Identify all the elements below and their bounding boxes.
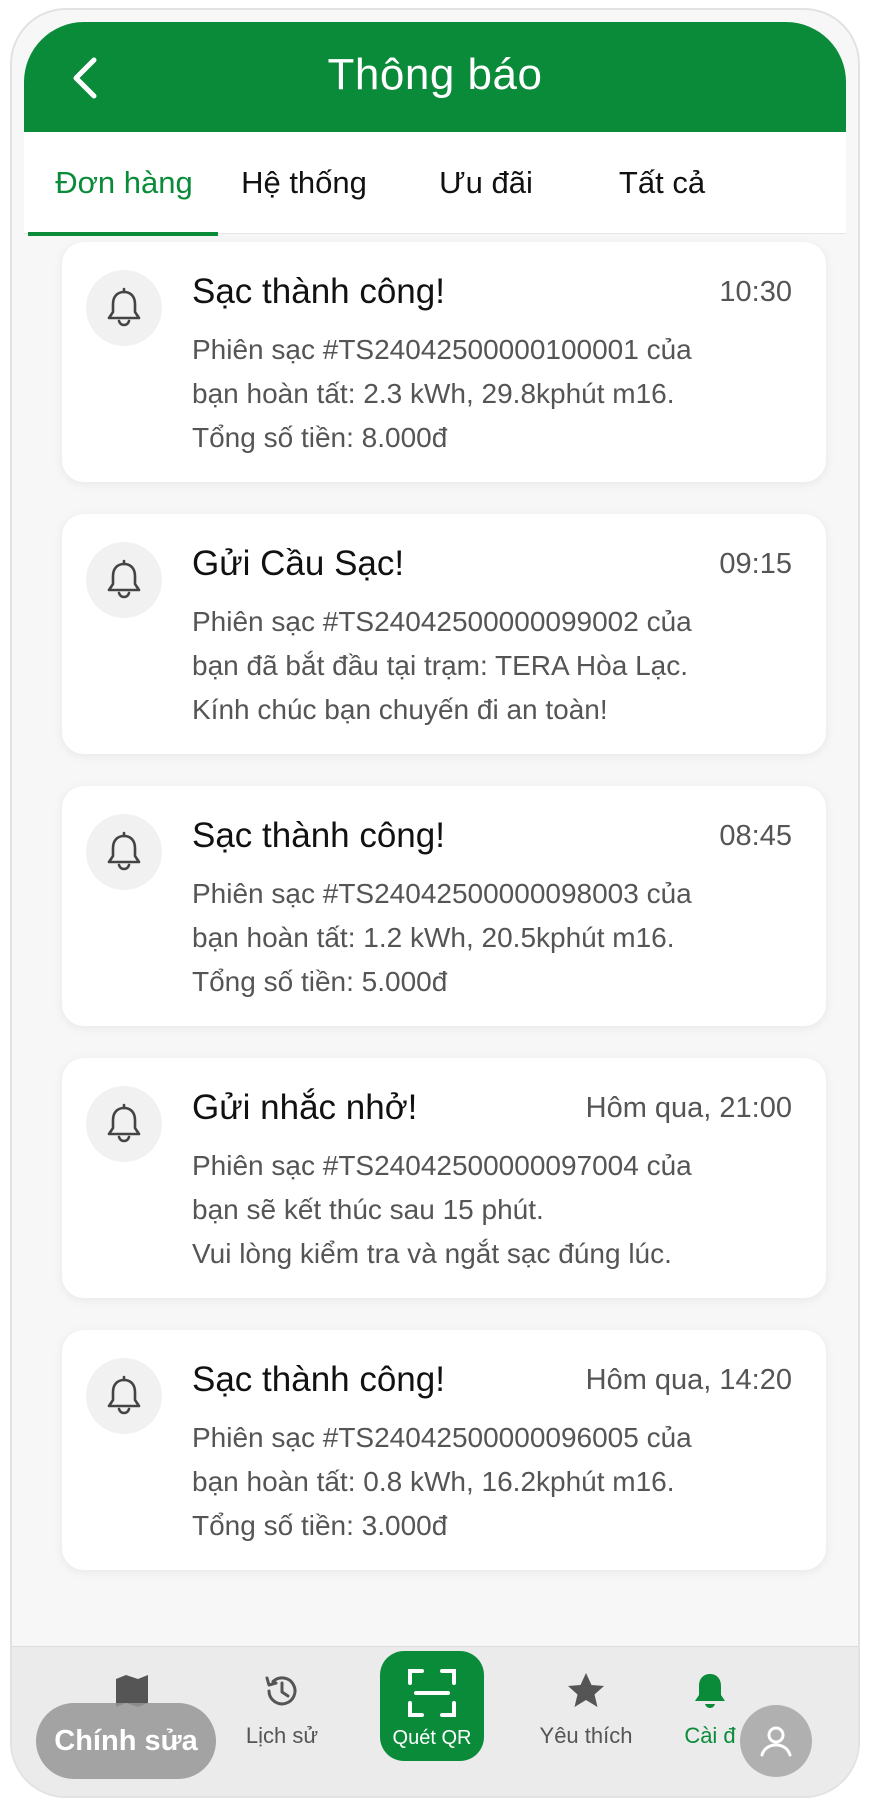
- notification-title: Gửi Cầu Sạc!: [192, 544, 405, 583]
- phone-frame: Thông báo Đơn hàng Hệ thống Ưu đãi Tất c…: [10, 8, 860, 1798]
- tab-label: Đơn hàng: [55, 165, 193, 200]
- scan-qr-button[interactable]: Quét QR: [380, 1651, 484, 1761]
- history-icon: [265, 1676, 297, 1706]
- bell-icon: [86, 1086, 162, 1162]
- bell-icon: [86, 1358, 162, 1434]
- notification-time: 09:15: [719, 548, 792, 580]
- page-title: Thông báo: [327, 50, 543, 99]
- tab-all[interactable]: Tất cả: [562, 132, 762, 234]
- tab-bar: Đơn hàng Hệ thống Ưu đãi Tất cả: [24, 132, 846, 236]
- nav-history[interactable]: Lịch sử: [212, 1669, 352, 1769]
- tab-label: Ưu đãi: [439, 165, 533, 200]
- notification-body: Phiên sạc #TS24042500000100001 của bạn h…: [192, 334, 692, 453]
- tab-offers[interactable]: Ưu đãi: [386, 132, 586, 234]
- notification-body: Phiên sạc #TS24042500000098003 của bạn h…: [192, 878, 692, 997]
- tab-orders[interactable]: Đơn hàng: [24, 132, 224, 236]
- notification-card[interactable]: Sạc thành công! 10:30 Phiên sạc #TS24042…: [62, 242, 826, 482]
- notification-time: 10:30: [719, 276, 792, 308]
- edit-button[interactable]: Chính sửa: [36, 1703, 216, 1779]
- qr-scan-icon: [408, 1669, 456, 1717]
- notification-title: Sạc thành công!: [192, 272, 445, 311]
- header-bar: Thông báo: [24, 22, 846, 132]
- tab-system[interactable]: Hệ thống: [204, 132, 404, 234]
- notification-body: Phiên sạc #TS24042500000096005 của bạn h…: [192, 1422, 692, 1541]
- notification-title: Sạc thành công!: [192, 1360, 445, 1399]
- bell-icon: [695, 1674, 725, 1708]
- nav-label: Lịch sử: [245, 1723, 319, 1748]
- nav-favorites[interactable]: Yêu thích: [516, 1669, 656, 1769]
- notification-card[interactable]: Gửi nhắc nhở! Hôm qua, 21:00 Phiên sạc #…: [62, 1058, 826, 1298]
- notification-body: Phiên sạc #TS24042500000099002 của bạn đ…: [192, 606, 692, 725]
- star-icon: [568, 1673, 604, 1707]
- bottom-navigation: Lịch sử Quét QR Yêu thích Cài đ Chính sử…: [12, 1646, 858, 1796]
- notification-card[interactable]: Sạc thành công! Hôm qua, 14:20 Phiên sạc…: [62, 1330, 826, 1570]
- notification-time: 08:45: [719, 820, 792, 852]
- tab-label: Hệ thống: [241, 165, 367, 200]
- user-icon: [760, 1726, 792, 1757]
- notification-title: Gửi nhắc nhở!: [192, 1088, 418, 1127]
- nav-label: Quét QR: [392, 1727, 472, 1749]
- notification-card[interactable]: Gửi Cầu Sạc! 09:15 Phiên sạc #TS24042500…: [62, 514, 826, 754]
- tab-active-indicator: [28, 232, 218, 236]
- tab-label: Tất cả: [618, 165, 706, 200]
- notification-body: Phiên sạc #TS24042500000097004 của bạn s…: [192, 1150, 692, 1269]
- profile-button[interactable]: [740, 1705, 812, 1777]
- bell-icon: [86, 814, 162, 890]
- bell-icon: [86, 542, 162, 618]
- bell-icon: [86, 270, 162, 346]
- notification-card[interactable]: Sạc thành công! 08:45 Phiên sạc #TS24042…: [62, 786, 826, 1026]
- notification-time: Hôm qua, 14:20: [585, 1364, 792, 1396]
- notification-title: Sạc thành công!: [192, 816, 445, 855]
- nav-label: Yêu thích: [539, 1723, 633, 1748]
- notification-time: Hôm qua, 21:00: [585, 1092, 792, 1124]
